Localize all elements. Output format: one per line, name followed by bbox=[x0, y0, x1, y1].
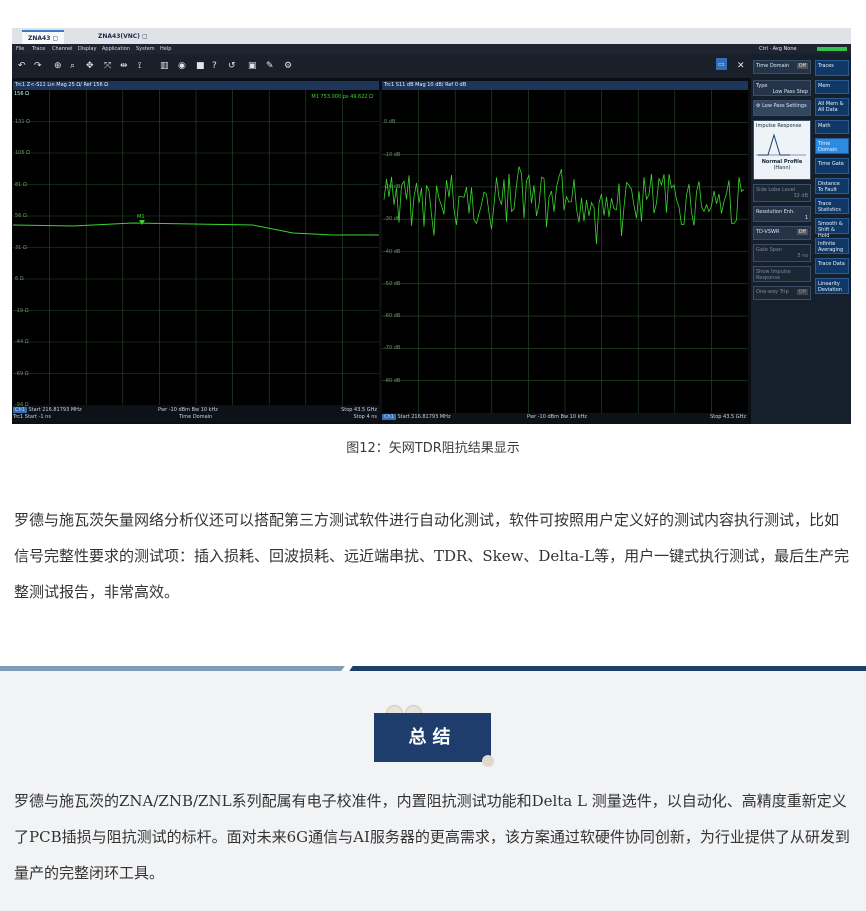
y-tick-label: 131 Ω bbox=[15, 118, 30, 125]
menubar: File Trace Channel Display Application S… bbox=[12, 44, 851, 54]
type-select[interactable]: Type Low Pass Step bbox=[753, 80, 811, 96]
y-tick-label: -20 dB bbox=[384, 183, 401, 190]
y-tick-label: 56 Ω bbox=[15, 213, 27, 219]
y-tick-label: 0 dB bbox=[384, 119, 396, 126]
undo-icon[interactable]: ↶ bbox=[18, 60, 26, 72]
left-trace-footer: Ch1 Start 216.81793 MHz Pwr -10 dBm Bw 1… bbox=[13, 406, 379, 422]
marker-label: M1 bbox=[137, 214, 145, 220]
menu-display[interactable]: Display bbox=[78, 44, 96, 54]
left-trace-svg bbox=[12, 90, 379, 405]
zoom-in-icon[interactable]: ⊕ bbox=[54, 60, 62, 72]
gate-span[interactable]: Gate Span 5 ns bbox=[753, 244, 811, 262]
redo-icon[interactable]: ↷ bbox=[34, 60, 42, 72]
menu-file[interactable]: File bbox=[16, 44, 24, 54]
right-trace-svg bbox=[382, 90, 748, 413]
softkey-trace-data[interactable]: Trace Data bbox=[815, 258, 849, 274]
softkey-smooth[interactable]: Smooth & Shift & Hold bbox=[815, 218, 849, 239]
left-trace-header[interactable]: Trc1 Z<-S11 Lin Mag 25 Ω/ Ref 156 Ω bbox=[13, 81, 379, 90]
menu-system[interactable]: System bbox=[136, 44, 155, 54]
y-tick-label: -40 dB bbox=[384, 248, 401, 255]
softkey-mem[interactable]: Mem bbox=[815, 80, 849, 94]
time-domain-toggle[interactable]: Time Domain Off bbox=[753, 60, 811, 74]
y-tick-label: -30 dB bbox=[384, 216, 401, 223]
resolution-enhancement[interactable]: Resolution Enh. 1 bbox=[753, 206, 811, 222]
y-tick-label: -80 dB bbox=[384, 377, 401, 384]
softkey-traces[interactable]: Traces bbox=[815, 60, 849, 76]
softkey-all-mem[interactable]: All Mem & All Data bbox=[815, 98, 849, 116]
status-bar-right: Ctrl · Avg None bbox=[751, 44, 851, 54]
level-indicator bbox=[817, 47, 847, 51]
left-ref-label: 156 Ω bbox=[14, 91, 29, 97]
instrument-tabbar: ZNA43 ▢ ZNA43(VNC) ▢ bbox=[12, 28, 851, 46]
keyboard-icon[interactable]: ▭ bbox=[716, 58, 727, 70]
ch1-badge-right[interactable]: Ch1 bbox=[382, 414, 396, 420]
left-trace-plot[interactable]: 156 Ω M1 753.000 ps 49.622 Ω M1 131 Ω 106… bbox=[12, 90, 379, 408]
softkey-panel: Time Domain Off Type Low Pass Step ⚙ Low … bbox=[751, 54, 851, 424]
menu-help[interactable]: Help bbox=[160, 44, 171, 54]
camera-icon[interactable]: ◉ bbox=[178, 60, 186, 72]
wizard-icon[interactable]: ✎ bbox=[266, 60, 274, 72]
menu-trace[interactable]: Trace bbox=[32, 44, 45, 54]
softkey-time-gate[interactable]: Time Gate bbox=[815, 158, 849, 174]
softkey-distance-to-fault[interactable]: Distance To Fault bbox=[815, 178, 849, 194]
marker-readout: M1 753.000 ps 49.622 Ω bbox=[311, 94, 373, 100]
y-tick-label: 81 Ω bbox=[15, 181, 27, 188]
right-trace-header[interactable]: Trc1 S11 dB Mag 10 dB/ Ref 0 dB bbox=[382, 81, 748, 90]
zoom-icon[interactable]: ⌕ bbox=[70, 60, 75, 72]
show-impulse-response[interactable]: Show Impulse Response bbox=[753, 266, 811, 282]
y-tick-label: -50 dB bbox=[384, 280, 401, 287]
y-tick-label: -44 Ω bbox=[15, 339, 29, 345]
help-icon[interactable]: ? bbox=[212, 60, 217, 72]
impulse-response-select[interactable]: Impulse Response Normal Profile (Hann) bbox=[753, 120, 811, 180]
right-trace-plot[interactable]: 0 dB -10 dB -20 dB -30 dB -40 dB -50 dB -60 dB… bbox=[382, 90, 748, 413]
display-icon[interactable]: ■ bbox=[196, 60, 205, 72]
y-tick-label: -60 dB bbox=[384, 313, 401, 320]
y-tick-label: -69 Ω bbox=[15, 370, 29, 377]
y-tick-label: 6 Ω bbox=[15, 276, 24, 282]
recall-icon[interactable]: ↺ bbox=[228, 60, 236, 72]
menu-application[interactable]: Application bbox=[102, 44, 130, 54]
toolbar: ↶ ↷ ⊕ ⌕ ✥ ⤧ ⇹ ⟟ ▥ ◉ ■ ? ↺ ▣ ✎ ⚙ ▭ ✕ bbox=[12, 54, 751, 78]
softkey-infinite-averaging[interactable]: Infinite Averaging bbox=[815, 238, 849, 254]
low-pass-settings-button[interactable]: ⚙ Low Pass Settings bbox=[753, 100, 811, 116]
softkey-math[interactable]: Math bbox=[815, 120, 849, 134]
y-tick-label: 106 Ω bbox=[15, 150, 30, 156]
fit-icon[interactable]: ⤧ bbox=[104, 60, 111, 72]
ch1-badge[interactable]: Ch1 bbox=[13, 407, 27, 413]
decor-dot-bottom bbox=[482, 755, 494, 767]
settings-gear-icon[interactable]: ⚙ bbox=[284, 60, 292, 72]
peak-icon[interactable]: ⟟ bbox=[138, 60, 141, 72]
paragraph-automation: 罗德与施瓦茨矢量网络分析仪还可以搭配第三方测试软件进行自动化测试，软件可按照用户… bbox=[14, 511, 850, 601]
delete-icon[interactable]: ▥ bbox=[160, 60, 169, 72]
side-lobe-level[interactable]: Side Lobe Level 32 dB bbox=[753, 184, 811, 202]
softkey-time-domain[interactable]: Time Domain bbox=[815, 138, 849, 154]
close-icon[interactable]: ✕ bbox=[737, 60, 745, 72]
y-tick-label: -70 dB bbox=[384, 345, 401, 352]
marker-icon[interactable]: ⇹ bbox=[120, 60, 128, 72]
summary-title: 总结 bbox=[374, 713, 491, 762]
return-loss-trace bbox=[383, 166, 745, 244]
softkey-trace-statistics[interactable]: Trace Statistics bbox=[815, 198, 849, 214]
gear-icon: ⚙ bbox=[756, 103, 761, 109]
pan-icon[interactable]: ✥ bbox=[86, 60, 94, 72]
window-icon[interactable]: ▣ bbox=[248, 60, 257, 72]
tab-zna43-vnc[interactable]: ZNA43(VNC) ▢ bbox=[92, 30, 154, 44]
y-tick-label: -10 dB bbox=[384, 151, 401, 158]
impulse-profile-icon bbox=[756, 133, 806, 156]
marker-m1-icon[interactable] bbox=[139, 220, 145, 225]
y-tick-label: 31 Ω bbox=[15, 244, 27, 251]
figure-caption: 图12：矢网TDR阻抗结果显示 bbox=[346, 441, 520, 456]
softkey-linearity-deviation[interactable]: Linearity Deviation bbox=[815, 278, 849, 294]
td-vswr-toggle[interactable]: TD-VSWR Off bbox=[753, 226, 811, 240]
menu-channel[interactable]: Channel bbox=[52, 44, 73, 54]
paragraph-summary: 罗德与施瓦茨的ZNA/ZNB/ZNL系列配属有电子校准件，内置阻抗测试功能和De… bbox=[14, 792, 850, 882]
one-way-trip-toggle[interactable]: One-way Trip Off bbox=[753, 286, 811, 300]
right-trace-footer: Ch1 Start 216.81793 MHz Pwr -10 dBm Bw 1… bbox=[382, 413, 748, 423]
y-tick-label: -19 Ω bbox=[15, 307, 29, 314]
